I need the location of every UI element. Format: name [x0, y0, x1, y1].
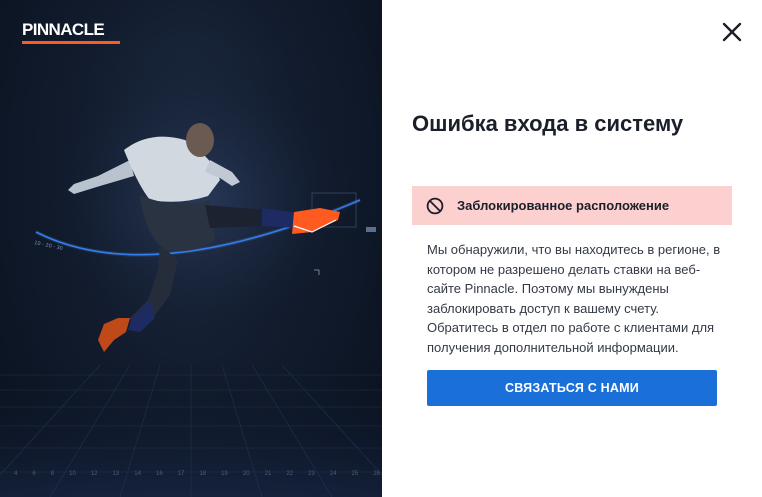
- scale-label: 22: [286, 471, 293, 477]
- dialog-title: Ошибка входа в систему: [412, 111, 684, 136]
- football-player-illustration: 10 - 20 - 30: [0, 50, 382, 497]
- logo-underline: [22, 41, 120, 44]
- scale-label: 4: [14, 471, 18, 477]
- scale-label: 21: [264, 471, 272, 477]
- pinnacle-logo[interactable]: PINNACLE: [22, 20, 122, 46]
- scale-label: 20: [242, 471, 250, 477]
- scale-label: 19: [221, 471, 228, 477]
- close-icon[interactable]: [720, 20, 744, 44]
- login-error-modal: 10 - 20 - 30 PINNACLE 4 6 8 10 12 13 14 …: [0, 0, 762, 497]
- scale-label: 23: [308, 471, 315, 477]
- scale-label: 25: [351, 471, 359, 477]
- error-message: Мы обнаружили, что вы находитесь в регио…: [427, 242, 721, 355]
- scale-label: 6: [32, 471, 36, 477]
- alert-text: Заблокированное расположение: [457, 198, 670, 213]
- logo-wordmark: PINNACLE: [22, 20, 105, 39]
- scale-label: 24: [329, 471, 337, 477]
- scale-label: 14: [134, 471, 141, 477]
- scale-label: 10: [69, 471, 76, 477]
- scale-label: 13: [112, 471, 120, 477]
- scale-label: 12: [90, 471, 98, 477]
- scale-label: 17: [177, 471, 185, 477]
- scale-label: 18: [199, 471, 207, 477]
- scale-label: 8: [50, 471, 55, 477]
- scale-label: 16: [156, 471, 163, 477]
- scale-labels: 4 6 8 10 12 13 14 16 17 18 19 20 21 22 2…: [14, 471, 380, 477]
- blocked-icon: [426, 197, 444, 215]
- contact-us-button[interactable]: СВЯЗАТЬСЯ С НАМИ: [427, 370, 717, 406]
- blocked-location-alert: Заблокированное расположение: [412, 186, 732, 225]
- close-button[interactable]: [720, 20, 744, 44]
- hero-panel: 10 - 20 - 30 PINNACLE 4 6 8 10 12 13 14 …: [0, 0, 382, 497]
- scale-label: 26: [373, 471, 380, 477]
- error-content-panel: Ошибка входа в систему Заблокированное р…: [382, 0, 762, 497]
